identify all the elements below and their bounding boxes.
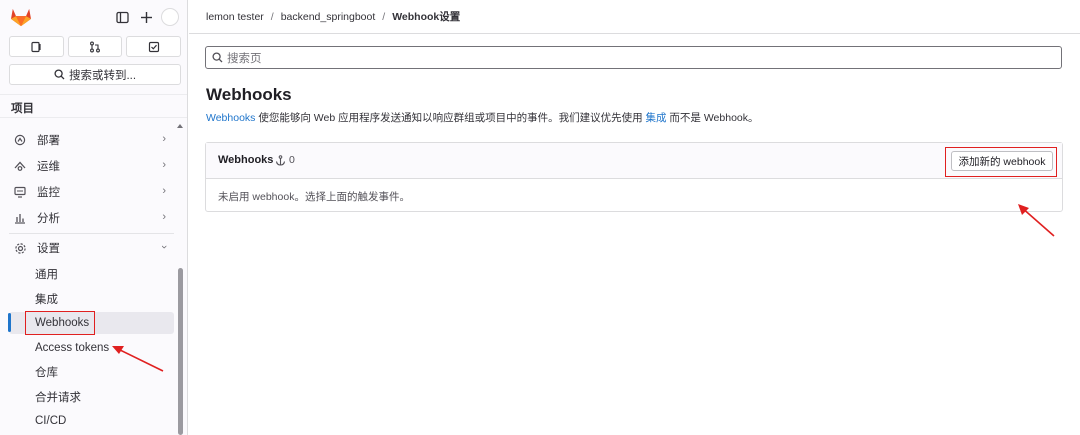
chevron-right-icon: › <box>162 211 166 223</box>
merge-requests-button[interactable] <box>67 36 123 57</box>
chevron-right-icon: › <box>162 159 166 171</box>
deploy-icon <box>12 132 28 148</box>
webhooks-card: Webhooks 0 添加新的 webhook 未启用 webhook。选择上面… <box>205 142 1063 212</box>
sidebar-subitem-cicd[interactable]: CI/CD <box>9 410 174 432</box>
sidebar-subitem-access-tokens[interactable]: Access tokens <box>9 337 174 359</box>
empty-state-text: 未启用 webhook。选择上面的触发事件。 <box>218 191 410 203</box>
chevron-right-icon: › <box>162 133 166 145</box>
breadcrumb-separator: / <box>382 10 386 23</box>
sidebar-item-monitor[interactable]: 监控 › <box>9 181 174 203</box>
description-text: 使您能够向 Web 应用程序发送通知以响应群组或项目中的事件。我们建议优先使用 <box>255 112 646 124</box>
breadcrumb-item-project[interactable]: backend_springboot <box>281 11 376 23</box>
integrations-link[interactable]: 集成 <box>646 112 667 124</box>
collapse-sidebar-icon[interactable] <box>113 8 131 26</box>
description-text-end: 而不是 Webhook。 <box>666 112 759 124</box>
sidebar-item-label: 部署 <box>37 135 60 147</box>
webhooks-card-header: Webhooks 0 添加新的 webhook <box>206 143 1062 179</box>
divider <box>9 233 174 234</box>
chevron-down-icon: › <box>158 245 171 249</box>
main-content: lemon tester / backend_springboot / Webh… <box>189 0 1080 435</box>
operate-icon <box>12 158 28 174</box>
search-page-placeholder: 搜索页 <box>227 52 262 65</box>
sidebar-item-label: 运维 <box>37 161 60 173</box>
project-section-title: 项目 <box>0 94 187 118</box>
sidebar-item-label: 监控 <box>37 187 60 199</box>
sidebar-top <box>0 0 188 34</box>
plus-icon[interactable] <box>137 8 155 26</box>
search-icon <box>212 52 223 63</box>
sidebar-subitem-integrations[interactable]: 集成 <box>9 288 174 310</box>
todo-button[interactable] <box>126 36 182 57</box>
chevron-right-icon: › <box>162 185 166 197</box>
sidebar-scroll-thumb[interactable] <box>178 268 183 435</box>
gitlab-logo-icon[interactable] <box>10 7 32 27</box>
page-description: Webhooks 使您能够向 Web 应用程序发送通知以响应群组或项目中的事件。… <box>206 110 759 125</box>
webhooks-doc-link[interactable]: Webhooks <box>206 112 255 124</box>
page-title: Webhooks <box>206 85 292 104</box>
webhook-count: 0 <box>275 154 295 166</box>
issues-button[interactable] <box>9 36 64 57</box>
gear-icon <box>12 240 28 256</box>
sidebar-subitem-merge-requests[interactable]: 合并请求 <box>9 386 174 408</box>
avatar[interactable] <box>161 8 179 26</box>
breadcrumb-item-group[interactable]: lemon tester <box>206 11 264 23</box>
breadcrumb: lemon tester / backend_springboot / Webh… <box>189 0 1080 34</box>
breadcrumb-item-current[interactable]: Webhook设置 <box>392 9 460 24</box>
merge-request-icon <box>90 41 100 52</box>
todo-icon <box>148 41 159 52</box>
scroll-up-icon[interactable] <box>177 124 183 128</box>
breadcrumb-separator: / <box>270 10 274 23</box>
sidebar-item-analytics[interactable]: 分析 › <box>9 207 174 229</box>
monitor-icon <box>12 184 28 200</box>
card-title: Webhooks <box>218 154 274 166</box>
sidebar-subitem-general[interactable]: 通用 <box>9 263 174 285</box>
active-indicator <box>8 313 11 332</box>
issues-icon <box>31 41 41 52</box>
anchor-icon <box>275 154 286 166</box>
search-icon <box>54 69 65 80</box>
sidebar-subitem-repository[interactable]: 仓库 <box>9 361 174 383</box>
analytics-icon <box>12 210 28 226</box>
sidebar-item-settings[interactable]: 设置 › <box>9 237 174 259</box>
sidebar-item-operate[interactable]: 运维 › <box>9 155 174 177</box>
search-or-goto-button[interactable]: 搜索或转到... <box>9 64 181 85</box>
sidebar-item-deploy[interactable]: 部署 › <box>9 129 174 151</box>
search-or-goto-label: 搜索或转到... <box>68 69 137 82</box>
sidebar-item-label: 设置 <box>37 243 60 255</box>
sidebar: 搜索或转到... 项目 部署 › 运维 › 监控 › 分析 › 设置 › 通用 … <box>0 0 188 435</box>
highlight-box-webhooks <box>25 311 95 335</box>
sidebar-item-label: 分析 <box>37 213 60 225</box>
quick-actions <box>9 36 182 57</box>
webhook-count-value: 0 <box>289 154 295 166</box>
search-page-input[interactable]: 搜索页 <box>205 46 1062 69</box>
highlight-box-add-webhook <box>945 147 1057 177</box>
